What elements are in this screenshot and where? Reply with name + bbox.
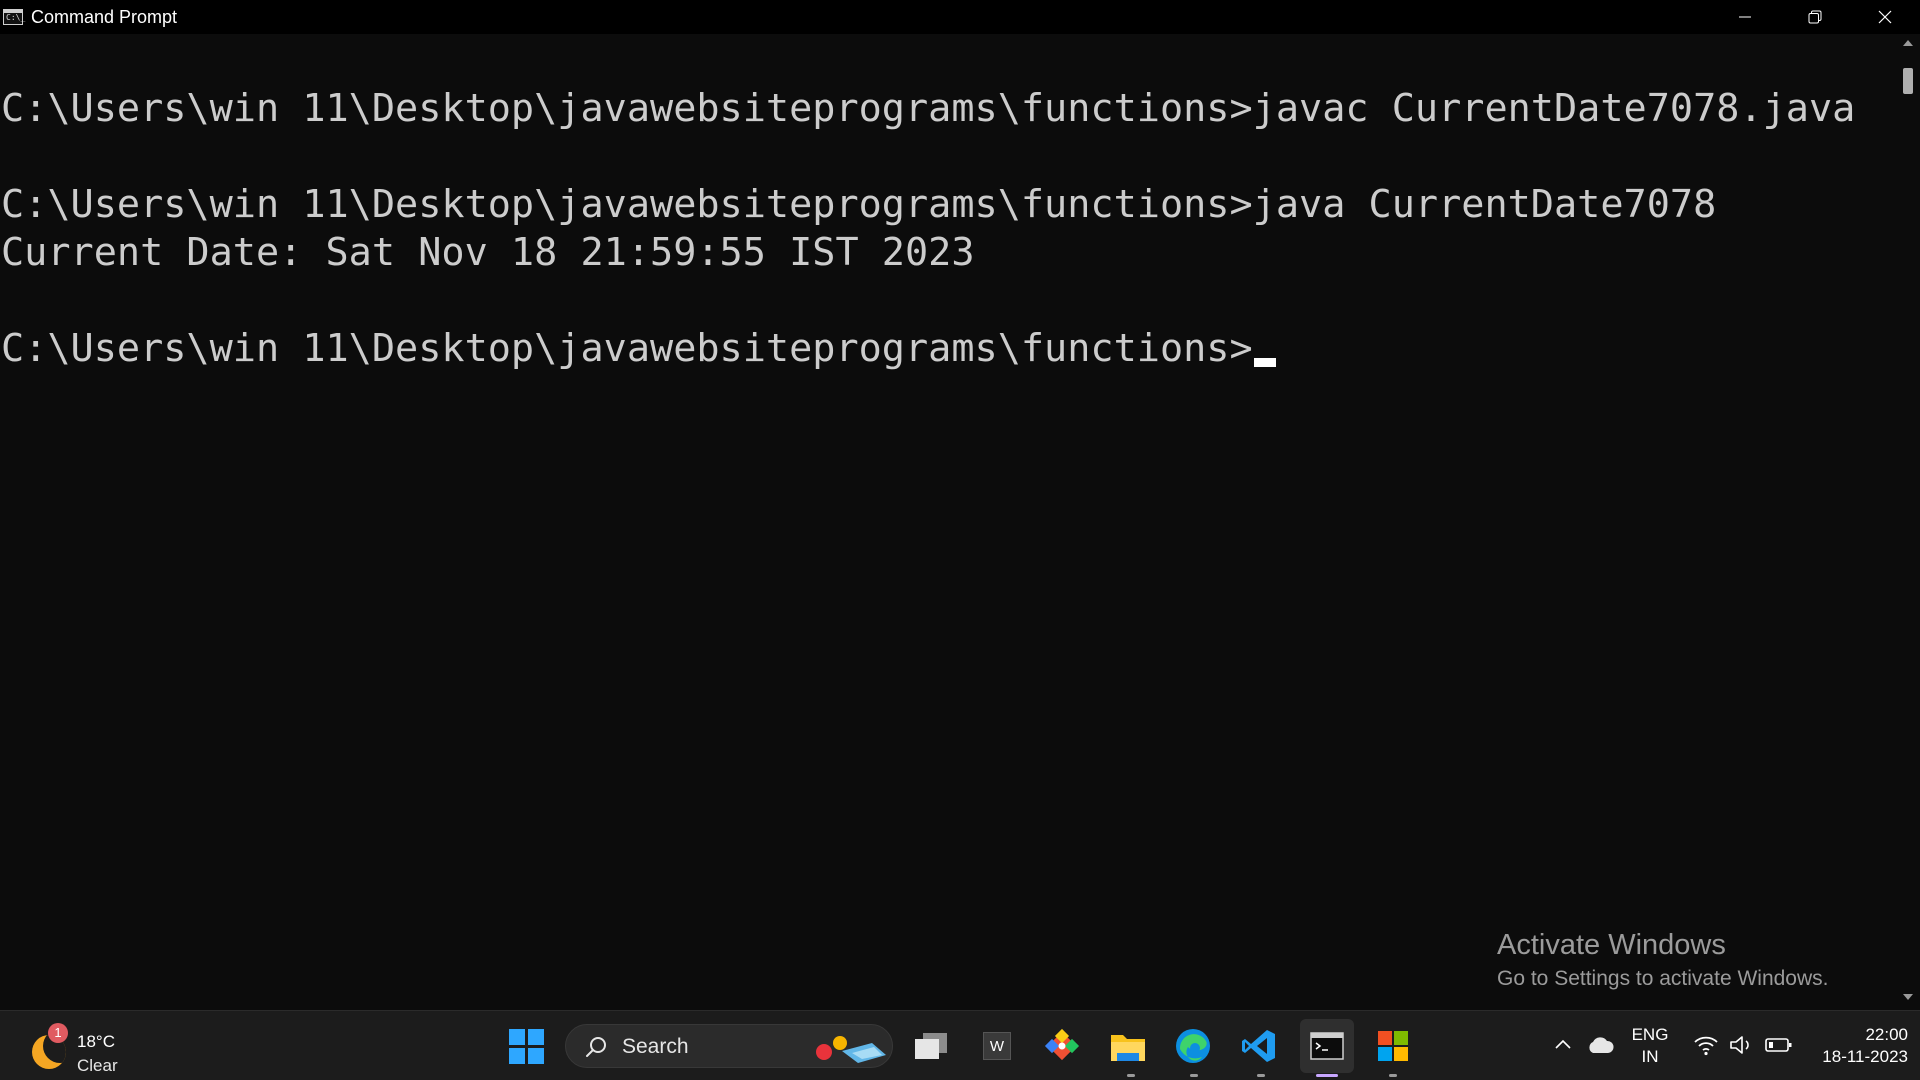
scrollbar-thumb[interactable] [1903, 68, 1913, 94]
command-prompt-taskbar-button[interactable] [1300, 1019, 1354, 1073]
edge-icon [1176, 1029, 1210, 1063]
taskbar: 1 18°C Clear Search W ENG IN 22:00 18-11… [0, 1010, 1920, 1080]
task-view-button[interactable] [907, 1022, 955, 1070]
activate-title: Activate Windows [1497, 929, 1726, 961]
terminal-icon [1310, 1032, 1344, 1060]
wifi-icon[interactable] [1693, 1034, 1719, 1056]
restore-button[interactable] [1780, 0, 1850, 34]
weather-condition: Clear [77, 1056, 118, 1075]
clock-date: 18-11-2023 [1822, 1047, 1908, 1066]
battery-icon[interactable] [1765, 1037, 1793, 1053]
console-line: C:\Users\win 11\Desktop\javawebsiteprogr… [1, 182, 1717, 227]
scroll-up-arrow-icon[interactable] [1903, 40, 1913, 46]
volume-icon[interactable] [1729, 1034, 1755, 1056]
edge-browser-button[interactable] [1169, 1022, 1217, 1070]
task-view-icon [915, 1033, 947, 1059]
search-icon [586, 1037, 606, 1057]
console-line: C:\Users\win 11\Desktop\javawebsiteprogr… [1, 86, 1856, 131]
vscode-button[interactable] [1235, 1022, 1283, 1070]
language-indicator[interactable]: ENG IN [1630, 1024, 1670, 1068]
git-icon [1044, 1028, 1080, 1061]
store-icon [1378, 1031, 1408, 1061]
clock-time: 22:00 [1865, 1025, 1908, 1044]
start-button[interactable] [502, 1022, 550, 1070]
close-icon [1878, 10, 1892, 24]
close-button[interactable] [1850, 0, 1920, 34]
taskbar-search[interactable]: Search [565, 1024, 893, 1068]
microsoft-store-button[interactable] [1369, 1022, 1417, 1070]
window-title: Command Prompt [31, 7, 178, 27]
scroll-down-arrow-icon[interactable] [1903, 994, 1913, 1000]
activate-windows-watermark: Activate Windows Go to Settings to activ… [1497, 927, 1829, 993]
title-bar[interactable]: C:\_ Command Prompt [0, 0, 1920, 34]
console-prompt-line[interactable]: C:\Users\win 11\Desktop\javawebsiteprogr… [1, 325, 1276, 373]
file-explorer-button[interactable] [1104, 1022, 1152, 1070]
active-window-indicator [1316, 1074, 1338, 1077]
weather-widget[interactable]: 1 18°C Clear [28, 1021, 148, 1075]
folder-icon [1111, 1035, 1145, 1061]
console-line: Current Date: Sat Nov 18 21:59:55 IST 20… [1, 230, 975, 275]
word-app-button[interactable]: W [973, 1022, 1021, 1070]
weather-notification-badge: 1 [48, 1023, 68, 1043]
show-hidden-icons-chevron-icon[interactable] [1553, 1037, 1573, 1051]
prompt-text: C:\Users\win 11\Desktop\javawebsiteprogr… [1, 326, 1253, 371]
language-code: ENG [1631, 1025, 1669, 1044]
search-highlight-icon [816, 1036, 886, 1063]
word-icon: W [983, 1032, 1011, 1060]
search-label: Search [622, 1035, 689, 1058]
minimize-button[interactable] [1710, 0, 1780, 34]
region-code: IN [1641, 1047, 1659, 1066]
vertical-scrollbar[interactable] [1896, 34, 1920, 1010]
running-indicator [1389, 1074, 1397, 1077]
weather-temperature: 18°C [77, 1032, 115, 1051]
minimize-icon [1739, 16, 1751, 18]
running-indicator [1190, 1074, 1198, 1077]
text-cursor [1253, 358, 1276, 367]
command-prompt-app-icon[interactable]: C:\_ [3, 9, 26, 25]
running-indicator [1127, 1074, 1135, 1077]
running-indicator [1257, 1074, 1265, 1077]
restore-icon [1808, 10, 1822, 24]
console-output[interactable]: C:\Users\win 11\Desktop\javawebsiteprogr… [0, 34, 1896, 1010]
git-app-button[interactable] [1038, 1022, 1086, 1070]
vscode-icon [1242, 1030, 1275, 1062]
onedrive-cloud-icon[interactable] [1586, 1036, 1614, 1054]
windows-logo-icon [508, 1028, 544, 1064]
app-icon-label: C:\_ [6, 13, 26, 22]
system-clock[interactable]: 22:00 18-11-2023 [1800, 1024, 1908, 1068]
activate-subtitle: Go to Settings to activate Windows. [1497, 967, 1829, 990]
